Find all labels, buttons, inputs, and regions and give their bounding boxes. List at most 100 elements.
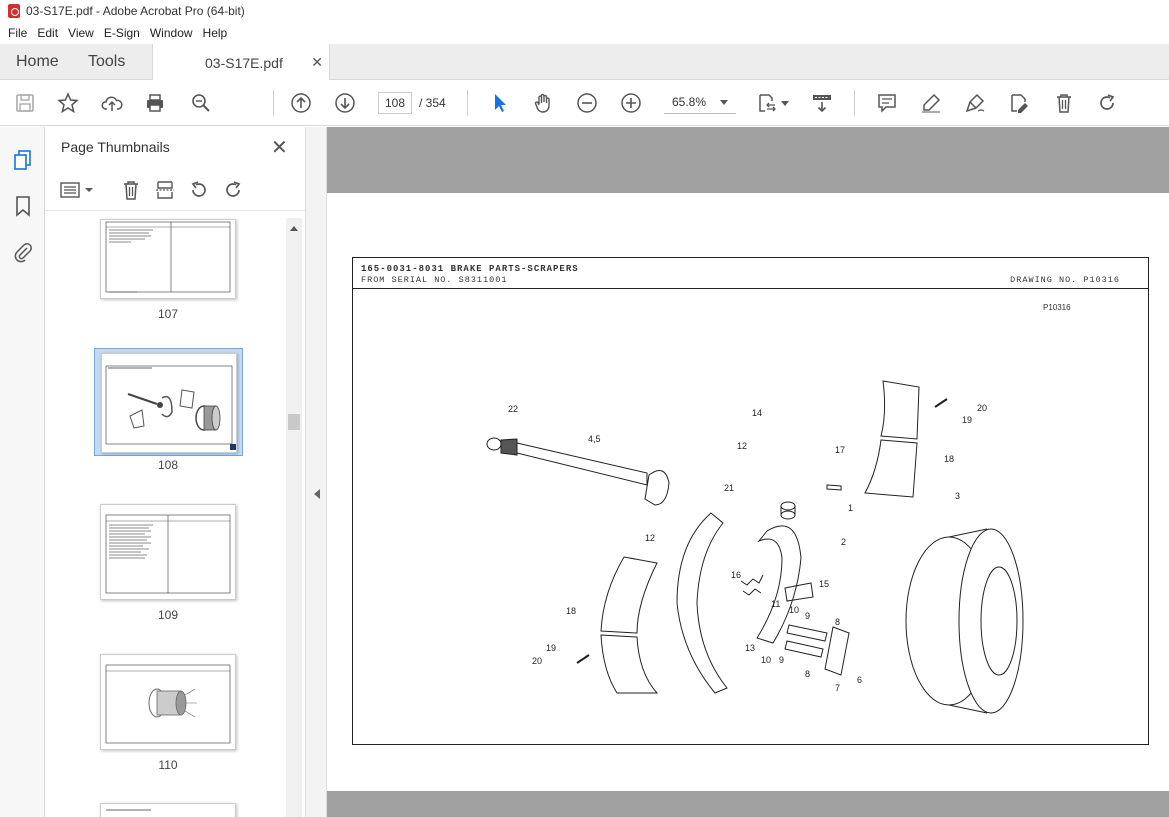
- chevron-down-icon: [720, 100, 728, 105]
- callout-label: 22: [508, 404, 518, 414]
- part-lining-18-upper-b: [864, 439, 918, 498]
- callout-label: 20: [977, 403, 987, 413]
- window-title: 03-S17E.pdf - Adobe Acrobat Pro (64-bit): [26, 4, 245, 18]
- callout-label: 12: [737, 441, 747, 451]
- scrollbar-thumb[interactable]: [288, 414, 300, 430]
- highlight-pen-icon[interactable]: [920, 92, 942, 114]
- bookmarks-icon[interactable]: [12, 195, 34, 217]
- tab-bar: Home Tools 03-S17E.pdf ✕: [0, 44, 1169, 81]
- collapse-panel-arrow-icon[interactable]: [314, 489, 320, 499]
- edit-pdf-icon[interactable]: [1008, 92, 1030, 114]
- chevron-up-icon[interactable]: [290, 226, 298, 231]
- part-spring-21b: [742, 588, 762, 596]
- callout-label: 14: [752, 408, 762, 418]
- hand-tool-icon[interactable]: [532, 92, 554, 114]
- page-thumbnail[interactable]: [100, 504, 236, 600]
- print-icon[interactable]: [144, 92, 166, 114]
- callout-label: 13: [745, 643, 755, 653]
- window-titlebar: 03-S17E.pdf - Adobe Acrobat Pro (64-bit): [0, 0, 1169, 22]
- callout-label: 10: [761, 655, 771, 665]
- menu-window[interactable]: Window: [150, 26, 193, 40]
- rotate-clockwise-icon[interactable]: [222, 179, 244, 201]
- upload-cloud-icon[interactable]: [101, 92, 123, 114]
- page-thumbnail-current[interactable]: [101, 353, 237, 453]
- part-camshaft: [500, 438, 670, 506]
- tab-document-label: 03-S17E.pdf: [205, 54, 283, 71]
- fit-page-icon[interactable]: [756, 92, 778, 114]
- zoom-level-select[interactable]: 65.8%: [664, 92, 736, 114]
- thumbnail-scrollbar[interactable]: [286, 218, 302, 817]
- callout-label: 17: [835, 445, 845, 455]
- part-lining-18-lower-a: [600, 556, 658, 634]
- callout-label: 18: [944, 454, 954, 464]
- part-pin-15: [784, 582, 814, 602]
- panel-splitter[interactable]: [305, 127, 327, 817]
- callout-label: 19: [546, 643, 556, 653]
- menu-bar: File Edit View E-Sign Window Help: [0, 22, 1169, 44]
- delete-trash-icon[interactable]: [1053, 92, 1075, 114]
- tab-tools[interactable]: Tools: [88, 44, 125, 80]
- part-pin-17: [826, 484, 842, 491]
- next-page-icon[interactable]: [334, 92, 356, 114]
- bookmark-star-icon[interactable]: [57, 92, 79, 114]
- select-cursor-icon[interactable]: [489, 92, 511, 114]
- thumbnail-page-number: 109: [157, 608, 179, 622]
- page-number-input[interactable]: 108: [378, 92, 412, 114]
- zoom-search-icon[interactable]: [190, 92, 212, 114]
- menu-edit[interactable]: Edit: [37, 26, 58, 40]
- left-rail: [0, 127, 45, 817]
- zoom-out-icon[interactable]: [576, 92, 598, 114]
- part-brake-shoe-lower: [676, 512, 728, 694]
- rotate-counterclockwise-icon[interactable]: [188, 179, 210, 201]
- callout-label: 8: [835, 617, 840, 627]
- callout-label: 15: [819, 579, 829, 589]
- callout-label: 18: [566, 606, 576, 616]
- extract-pages-icon[interactable]: [154, 179, 176, 201]
- tab-document[interactable]: 03-S17E.pdf ✕: [152, 44, 330, 81]
- menu-help[interactable]: Help: [203, 26, 228, 40]
- callout-label: 3: [955, 491, 960, 501]
- tab-home[interactable]: Home: [16, 44, 59, 80]
- close-panel-icon[interactable]: ✕: [271, 135, 288, 160]
- callout-label: 6: [857, 675, 862, 685]
- page-thumbnail[interactable]: [100, 803, 236, 817]
- part-brake-shoe-upper: [756, 525, 802, 644]
- part-spring-21: [740, 574, 764, 586]
- part-bolt-19b: [576, 654, 590, 664]
- sign-pen-icon[interactable]: [964, 92, 986, 114]
- menu-view[interactable]: View: [68, 26, 94, 40]
- chevron-down-icon[interactable]: [781, 101, 789, 106]
- toolbar-divider: [273, 90, 274, 116]
- toolbar-divider: [467, 90, 468, 116]
- attachments-paperclip-icon[interactable]: [12, 241, 34, 263]
- save-icon[interactable]: [14, 92, 36, 114]
- scroll-mode-icon[interactable]: [811, 92, 833, 114]
- panel-title: Page Thumbnails: [61, 139, 170, 155]
- rotate-icon[interactable]: [1096, 92, 1118, 114]
- page-thumbnail[interactable]: [100, 654, 236, 750]
- callout-label: 2: [841, 537, 846, 547]
- page-thumbnails-icon[interactable]: [12, 149, 34, 171]
- part-bolt-19: [934, 398, 948, 408]
- comment-icon[interactable]: [876, 92, 898, 114]
- part-lining-18-lower-b: [600, 634, 659, 694]
- part-bushing-14: [780, 501, 796, 520]
- menu-esign[interactable]: E-Sign: [104, 26, 140, 40]
- callout-label: 7: [835, 683, 840, 693]
- thumbnail-options-icon[interactable]: [59, 179, 95, 201]
- menu-file[interactable]: File: [8, 26, 27, 40]
- zoom-in-icon[interactable]: [620, 92, 642, 114]
- callout-label: 12: [645, 533, 655, 543]
- pdf-page: 165-0031-8031 BRAKE PARTS-SCRAPERS FROM …: [327, 193, 1169, 791]
- thumbnail-page-number: 107: [157, 307, 179, 321]
- delete-page-icon[interactable]: [120, 179, 142, 201]
- part-anchor-pin-8a: [786, 624, 828, 642]
- part-snap-ring: [486, 437, 502, 451]
- page-thumbnail[interactable]: [100, 219, 236, 299]
- previous-page-icon[interactable]: [290, 92, 312, 114]
- exploded-parts-drawing: 224,51412 1720191821112 2316151110918819 13…: [486, 380, 1024, 714]
- page-total: / 354: [419, 96, 446, 110]
- close-tab-icon[interactable]: ✕: [311, 54, 323, 71]
- callout-label: 4,5: [588, 434, 601, 444]
- callout-label: 21: [724, 483, 734, 493]
